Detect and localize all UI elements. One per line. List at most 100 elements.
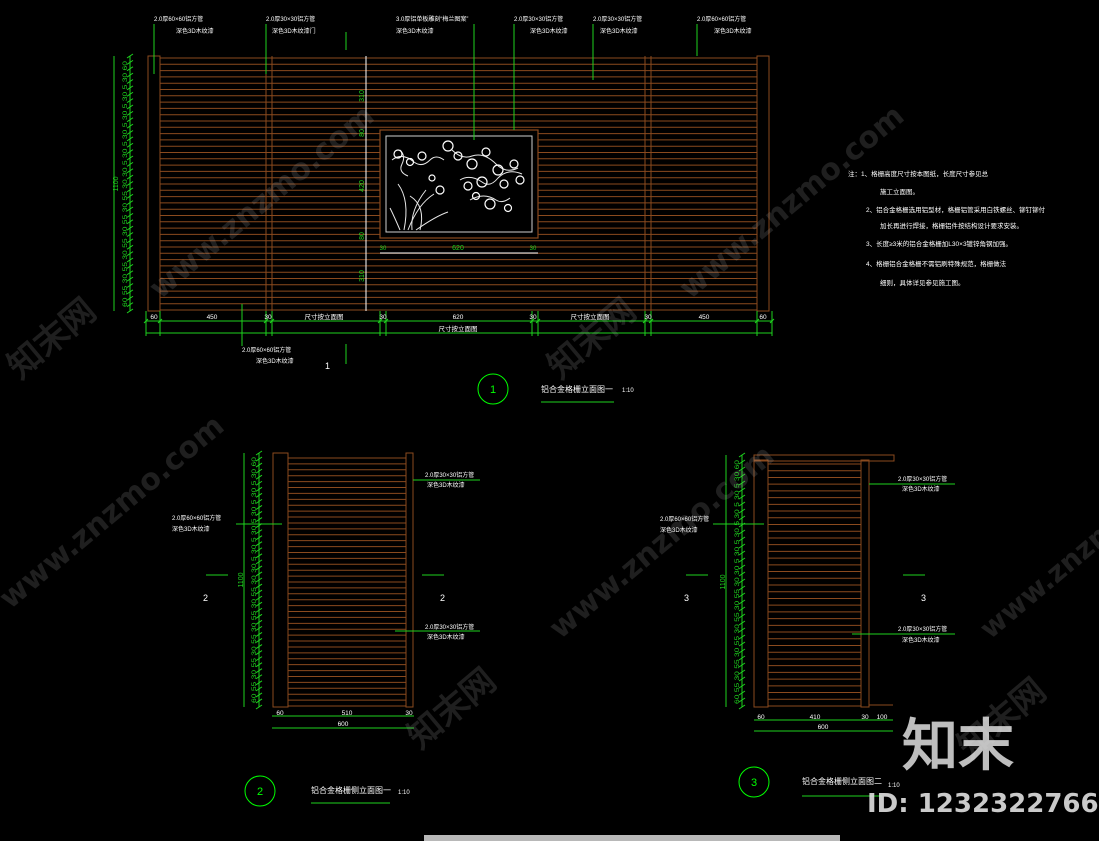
horizontal-slats-2 [288, 457, 406, 707]
bottom-dim2-1: 510 [342, 710, 353, 717]
bottom-dim3-2: 30 [861, 714, 869, 721]
label2-3-l1: 2.0厚30×30铝方管 [425, 623, 474, 631]
height-total-3: 1100 [720, 574, 727, 589]
center-dim-3: 420 [359, 180, 366, 192]
bottom-dim2-0: 60 [276, 710, 284, 717]
elevation-1: 310 80 420 80 310 620 30 30 60 55 30 55 … [113, 15, 775, 405]
label-1-line1: 2.0厚60×60铝方管 [154, 15, 203, 23]
bottom-dim-5: 620 [453, 314, 464, 321]
cad-drawing: 310 80 420 80 310 620 30 30 60 55 30 55 … [0, 15, 1099, 841]
section-mark-2b: 2 [440, 593, 445, 603]
note-3: 3、长度≥3米的铝合金格栅加L30×3镀锌角钢加强。 [866, 239, 1012, 248]
note-1b: 施工立面图。 [880, 187, 919, 196]
watermark-site-2: www.znzmo.com [673, 98, 911, 306]
center-dim-4: 80 [359, 232, 366, 240]
label-1-line2: 深色3D木纹漆 [176, 27, 214, 35]
height-total: 1100 [113, 176, 120, 191]
notes: 注：1、格栅高度尺寸按本图纸，长度尺寸参见总 施工立面图。 2、铝合金格栅选用铝… [848, 169, 1046, 287]
bottom-dims-2: 60 510 30 600 [276, 710, 413, 728]
post-right-2 [405, 452, 414, 708]
post-right-3 [860, 459, 870, 708]
label2-1-l2: 深色3D木纹漆 [427, 481, 465, 489]
watermarks: www.znzmo.com www.znzmo.com www.znzmo.co… [0, 98, 1099, 767]
height-total-2: 1100 [238, 572, 245, 587]
label-4-line1: 2.0厚30×30铝方管 [514, 15, 563, 23]
elevation-2: 60 55 30 55 30 55 30 55 30 55 30 30 5 30… [172, 450, 480, 807]
note-2: 2、铝合金格栅选用铝型材，格栅铝管采用白铁螺丝、铆钉铆付 [866, 205, 1046, 214]
bottom-dims-3: 60 410 30 100 600 [757, 714, 887, 731]
bottom-total-2: 600 [338, 721, 349, 728]
drawing-number-1: 1 [490, 384, 496, 396]
drawing-number-2: 2 [257, 786, 263, 798]
bottom-total: 尺寸按立面图 [439, 324, 478, 333]
bottom-dim-6: 30 [529, 314, 537, 321]
bottom-dim3-0: 60 [757, 714, 765, 721]
label-5-line2: 深色3D木纹漆 [600, 27, 638, 35]
bottom-dim-0: 60 [150, 314, 158, 321]
right-post [756, 55, 770, 312]
label3-3-l2: 深色3D木纹漆 [902, 636, 940, 644]
label-2-line1: 2.0厚30×30铝方管 [266, 15, 315, 23]
bottom-dim-3: 尺寸按立面图 [305, 312, 344, 321]
scale-2: 1:10 [398, 790, 410, 796]
label-4-line2: 深色3D木纹漆 [530, 27, 568, 35]
bottom-dim-9: 450 [699, 314, 710, 321]
section-mark-3a: 3 [684, 593, 689, 603]
logo-watermark: 知末 [902, 714, 1014, 779]
screen-width-text: 620 [452, 245, 464, 252]
label2-3-l2: 深色3D木纹漆 [427, 633, 465, 641]
label3-1-l1: 2.0厚30×30铝方管 [898, 475, 947, 483]
note-4: 4、格栅铝合金格栅不需铝刷特殊规范，格栅做法 [866, 259, 1007, 268]
title-3: 铝合金格栅侧立面图二 [802, 776, 882, 786]
watermark-brand-3: 知末网 [400, 661, 504, 757]
horizontal-slats-3 [768, 463, 861, 707]
post-left-2 [272, 452, 289, 708]
screen-side-dim-right: 30 [530, 246, 537, 252]
leaders-2 [206, 479, 480, 632]
id-watermark: ID: 1232322766 [867, 789, 1099, 819]
title-2: 铝合金格栅侧立面图一 [311, 785, 391, 795]
label-6-line2: 深色3D木纹漆 [714, 27, 752, 35]
label-6-line1: 2.0厚60×60铝方管 [697, 15, 746, 23]
bottom-dim3-3: 100 [877, 714, 888, 721]
section-mark: 1 [325, 361, 330, 371]
bottom-dim-8: 30 [644, 314, 652, 321]
left-dim-chain-2: 60 55 30 55 30 55 30 55 30 55 30 30 5 30… [252, 456, 258, 703]
label2-1-l1: 2.0厚30×30铝方管 [425, 471, 474, 479]
screen-side-dim-left: 30 [380, 246, 387, 252]
scale-1: 1:10 [622, 388, 634, 394]
bottom-dims: 60 450 30 尺寸按立面图 30 620 30 尺寸按立面图 30 450… [150, 312, 767, 333]
label2-2-l1: 2.0厚60×60铝方管 [172, 514, 221, 522]
label2-2-l2: 深色3D木纹漆 [172, 525, 210, 533]
label3-1-l2: 深色3D木纹漆 [902, 485, 940, 493]
post-left-3 [753, 459, 769, 708]
note-1: 注：1、格栅高度尺寸按本图纸，长度尺寸参见总 [848, 169, 989, 178]
label-5-line1: 2.0厚30×30铝方管 [593, 15, 642, 23]
label3-3-l1: 2.0厚30×30铝方管 [898, 625, 947, 633]
bottom-dim-1: 450 [207, 314, 218, 321]
bottom-dim-10: 60 [759, 314, 767, 321]
bottom-dim-2: 30 [264, 314, 272, 321]
horizontal-scrollbar[interactable] [424, 835, 840, 841]
bottom-dim-4: 30 [379, 314, 387, 321]
labels-2: 2.0厚30×30铝方管 深色3D木纹漆 2.0厚60×60铝方管 深色3D木纹… [172, 471, 474, 641]
watermark-site-3: www.znzmo.com [0, 408, 231, 616]
bottom-label-line1: 2.0厚60×60铝方管 [242, 346, 291, 354]
bottom-dim3-1: 410 [810, 714, 821, 721]
label-3-line1: 3.0厚铝单板雕刻“梅兰图案” [396, 15, 468, 23]
watermark-site-1: www.znzmo.com [143, 98, 381, 306]
section-mark-2a: 2 [203, 593, 208, 603]
label-3-line2: 深色3D木纹漆 [396, 27, 434, 35]
note-4b: 细则，具体详见参见施工图。 [880, 278, 965, 287]
screen-panel-inner [385, 135, 533, 233]
title-1: 铝合金格栅立面图一 [541, 384, 613, 394]
label-2-line2: 深色3D木纹漆门 [272, 27, 316, 35]
drawing-number-3: 3 [751, 777, 757, 789]
bottom-label-line2: 深色3D木纹漆 [256, 357, 294, 365]
watermark-site-4: www.znzmo.com [543, 438, 781, 646]
bottom-total-3: 600 [818, 724, 829, 731]
watermark-site-5: www.znzmo.com [973, 451, 1099, 645]
note-2b: 加长再进行焊接，格栅铝件按结构设计要求安装。 [880, 221, 1023, 230]
watermark-brand-2: 知末网 [540, 291, 644, 387]
left-dim-chain: 60 55 30 55 30 55 30 55 30 55 30 30 5 30… [123, 60, 129, 307]
